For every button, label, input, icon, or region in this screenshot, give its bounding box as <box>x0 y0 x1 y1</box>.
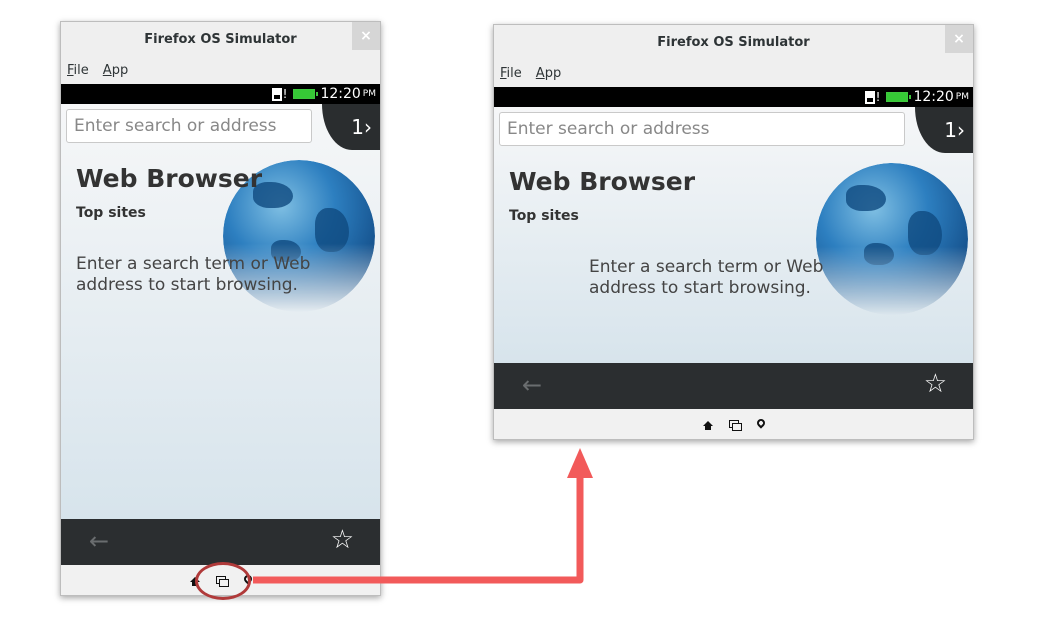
browser-content: Enter search or address 1› Web Browser T… <box>61 104 380 519</box>
browser-toolbar: ← ☆ <box>61 519 380 565</box>
menu-app[interactable]: App <box>536 66 561 81</box>
back-button[interactable]: ← <box>89 527 109 555</box>
menu-file[interactable]: File <box>67 63 89 78</box>
empty-message: Enter a search term or Web address to st… <box>76 254 311 295</box>
home-bar <box>494 409 973 439</box>
simulator-window-landscape: Firefox OS Simulator × File App ! 12:20 … <box>493 24 974 440</box>
search-input[interactable]: Enter search or address <box>66 109 312 143</box>
bookmark-star-button[interactable]: ☆ <box>924 369 947 399</box>
bookmark-star-button[interactable]: ☆ <box>331 525 354 555</box>
warning-icon: ! <box>282 87 288 101</box>
search-placeholder: Enter search or address <box>507 119 710 139</box>
status-ampm: PM <box>362 89 376 99</box>
status-time: 12:20 <box>913 89 954 105</box>
battery-icon <box>293 89 319 99</box>
battery-icon <box>886 92 912 102</box>
location-pin-icon[interactable] <box>757 419 765 431</box>
home-icon[interactable] <box>702 420 713 430</box>
browser-content: Enter search or address 1› Web Browser T… <box>494 107 973 363</box>
tabs-count-button[interactable]: 1› <box>915 107 973 153</box>
page-heading: Web Browser <box>76 164 263 193</box>
menu-bar: File App <box>61 56 380 84</box>
browser-toolbar: ← ☆ <box>494 363 973 409</box>
title-bar[interactable]: Firefox OS Simulator × <box>61 22 380 56</box>
page-heading: Web Browser <box>509 167 696 196</box>
url-bar: Enter search or address 1› <box>494 107 973 153</box>
close-button[interactable]: × <box>945 25 973 53</box>
url-bar: Enter search or address 1› <box>61 104 380 150</box>
top-sites-label: Top sites <box>509 208 579 224</box>
status-bar: ! 12:20 PM <box>61 84 380 104</box>
title-bar[interactable]: Firefox OS Simulator × <box>494 25 973 59</box>
top-sites-label: Top sites <box>76 205 146 221</box>
tabs-count-button[interactable]: 1› <box>322 104 380 150</box>
sim-card-icon <box>864 90 875 104</box>
highlight-circle <box>195 562 251 600</box>
window-title: Firefox OS Simulator <box>657 34 810 50</box>
back-button[interactable]: ← <box>522 371 542 399</box>
search-placeholder: Enter search or address <box>74 116 277 136</box>
search-input[interactable]: Enter search or address <box>499 112 905 146</box>
menu-app[interactable]: App <box>103 63 128 78</box>
stage: Firefox OS Simulator × File App ! 12:20 … <box>0 0 1044 620</box>
sim-card-icon <box>271 87 282 101</box>
empty-message: Enter a search term or Web address to st… <box>589 257 824 298</box>
warning-icon: ! <box>875 90 881 104</box>
status-time: 12:20 <box>320 86 361 102</box>
status-bar: ! 12:20 PM <box>494 87 973 107</box>
window-title: Firefox OS Simulator <box>144 31 297 47</box>
status-ampm: PM <box>955 92 969 102</box>
close-button[interactable]: × <box>352 22 380 50</box>
cards-icon[interactable] <box>728 420 742 431</box>
menu-bar: File App <box>494 59 973 87</box>
simulator-window-portrait: Firefox OS Simulator × File App ! 12:20 … <box>60 21 381 596</box>
menu-file[interactable]: File <box>500 66 522 81</box>
